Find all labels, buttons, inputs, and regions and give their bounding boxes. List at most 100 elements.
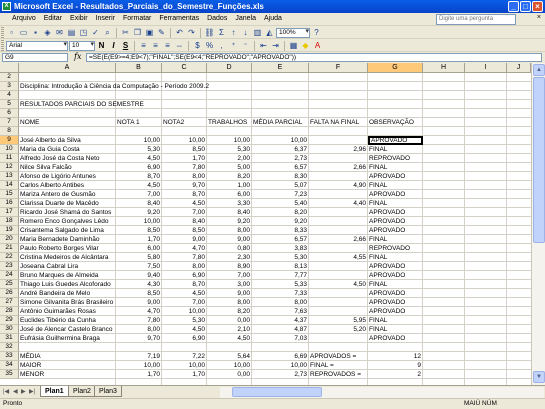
grade-cell[interactable] [309,244,368,253]
grade-cell[interactable]: 5,30 [207,145,252,154]
observation-cell[interactable]: APROVADO [368,136,423,145]
formula-input[interactable]: =SE(E(E9>=4;E9<7);"FINAL";SE(E9<4;"REPRO… [86,53,542,62]
student-name-cell[interactable]: Afonso de Ligório Antunes [19,172,116,181]
align-right-icon[interactable]: ≡ [162,40,173,51]
count-label-cell[interactable]: REPROVADOS = [309,370,368,379]
decrease-indent-icon[interactable]: ⇤ [258,40,269,51]
row-header-8[interactable]: 8 [0,127,19,136]
grade-cell[interactable]: 7,00 [162,298,207,307]
grade-cell[interactable]: 8,00 [116,325,162,334]
row-header-28[interactable]: 28 [0,307,19,316]
observation-cell[interactable]: APROVADO [368,190,423,199]
summary-value-cell[interactable]: 2,73 [252,370,309,379]
grade-cell[interactable]: 7,00 [207,271,252,280]
student-name-cell[interactable]: Thiago Luis Guedes Alcoforado [19,280,116,289]
grade-cell[interactable]: 2,30 [207,253,252,262]
student-name-cell[interactable]: Carlos Alberto Antibes [19,181,116,190]
student-name-cell[interactable]: Bruno Marques de Almeida [19,271,116,280]
grade-cell[interactable] [309,154,368,163]
menu-arquivo[interactable]: Arquivo [8,15,40,22]
menu-janela[interactable]: Janela [231,15,260,22]
observation-cell[interactable]: APROVADO [368,172,423,181]
redo-icon[interactable]: ↷ [186,27,197,38]
row-header-23[interactable]: 23 [0,262,19,271]
menu-exibir[interactable]: Exibir [66,15,92,22]
report-title-cell[interactable]: RESULTADOS PARCIAIS DO SEMESTRE [19,100,145,109]
summary-value-cell[interactable]: 10,00 [162,361,207,370]
row-header-34[interactable]: 34 [0,361,19,370]
observation-cell[interactable]: FINAL [368,181,423,190]
menu-formatar[interactable]: Formatar [119,15,155,22]
grade-cell[interactable]: 4,50 [116,154,162,163]
spelling-icon[interactable]: ✓ [90,27,101,38]
header-cell[interactable]: OBSERVAÇÃO [368,118,423,127]
grade-cell[interactable]: 8,00 [207,298,252,307]
observation-cell[interactable]: APROVADO [368,226,423,235]
observation-cell[interactable]: APROVADO [368,217,423,226]
row-header-29[interactable]: 29 [0,316,19,325]
grade-cell[interactable]: 3,00 [207,280,252,289]
student-name-cell[interactable]: Crisantema Salgado de Lima [19,226,116,235]
drawing-icon[interactable]: ◭ [264,27,275,38]
row-header-7[interactable]: 7 [0,118,19,127]
summary-value-cell[interactable]: 5,64 [207,352,252,361]
column-header-f[interactable]: F [309,63,368,73]
merge-center-icon[interactable]: ⇔ [174,40,185,51]
increase-indent-icon[interactable]: ⇥ [270,40,281,51]
count-label-cell[interactable]: APROVADOS = [309,352,368,361]
summary-value-cell[interactable]: 12 [368,352,423,361]
row-header-22[interactable]: 22 [0,253,19,262]
grade-cell[interactable]: 6,90 [162,271,207,280]
new-document-icon[interactable]: ▫ [6,27,17,38]
summary-value-cell[interactable]: 2 [368,370,423,379]
font-color-icon[interactable]: A [312,40,323,51]
scroll-down-icon[interactable]: ▼ [533,371,545,383]
observation-cell[interactable]: FINAL [368,316,423,325]
tab-plan1[interactable]: Plan1 [40,386,69,397]
grade-cell[interactable]: 1,00 [207,181,252,190]
name-box[interactable]: G9 [2,53,68,62]
cell-grid[interactable]: Disciplina: Introdução à Ciência da Comp… [19,73,531,385]
undo-icon[interactable]: ↶ [174,27,185,38]
grade-cell[interactable]: 6,90 [116,163,162,172]
grade-cell[interactable]: 9,00 [207,289,252,298]
align-center-icon[interactable]: ≡ [150,40,161,51]
grade-cell[interactable]: 7,00 [116,190,162,199]
grade-cell[interactable]: 2,96 [309,145,368,154]
summary-value-cell[interactable]: 10,00 [116,361,162,370]
increase-decimal-icon[interactable]: ⁺ [228,40,239,51]
student-name-cell[interactable]: Antônio Guimarães Rosas [19,307,116,316]
grade-cell[interactable]: 9,00 [162,235,207,244]
grade-cell[interactable]: 7,80 [116,316,162,325]
grade-cell[interactable]: 1,70 [162,154,207,163]
student-name-cell[interactable]: Nilce Silva Falcão [19,163,116,172]
sort-ascending-icon[interactable]: ↑ [228,27,239,38]
grade-cell[interactable]: 5,80 [116,253,162,262]
grade-cell[interactable]: 8,50 [116,289,162,298]
close-button[interactable]: × [532,1,543,12]
decrease-decimal-icon[interactable]: ⁻ [240,40,251,51]
grade-cell[interactable]: 9,00 [207,235,252,244]
horizontal-scroll-thumb[interactable] [232,387,322,397]
help-icon[interactable]: ? [311,27,322,38]
header-cell[interactable]: NOTA2 [162,118,207,127]
open-folder-icon[interactable]: ▭ [18,27,29,38]
grade-cell[interactable]: 8,30 [252,172,309,181]
row-header-18[interactable]: 18 [0,217,19,226]
observation-cell[interactable]: APROVADO [368,298,423,307]
grade-cell[interactable]: 8,70 [162,190,207,199]
grade-cell[interactable] [309,334,368,343]
observation-cell[interactable]: REPROVADO [368,244,423,253]
grade-cell[interactable]: 7,80 [162,253,207,262]
grade-cell[interactable]: 3,30 [207,199,252,208]
student-name-cell[interactable]: Euclides Tibério da Cunha [19,316,116,325]
grade-cell[interactable]: 9,00 [116,298,162,307]
header-cell[interactable]: NOME [19,118,116,127]
observation-cell[interactable]: FINAL [368,235,423,244]
row-header-4[interactable]: 4 [0,91,19,100]
select-all-corner[interactable] [0,63,19,73]
row-header-35[interactable]: 35 [0,370,19,379]
student-name-cell[interactable]: Joseana Cabral Lira [19,262,116,271]
row-header-25[interactable]: 25 [0,280,19,289]
grade-cell[interactable]: 6,57 [252,235,309,244]
